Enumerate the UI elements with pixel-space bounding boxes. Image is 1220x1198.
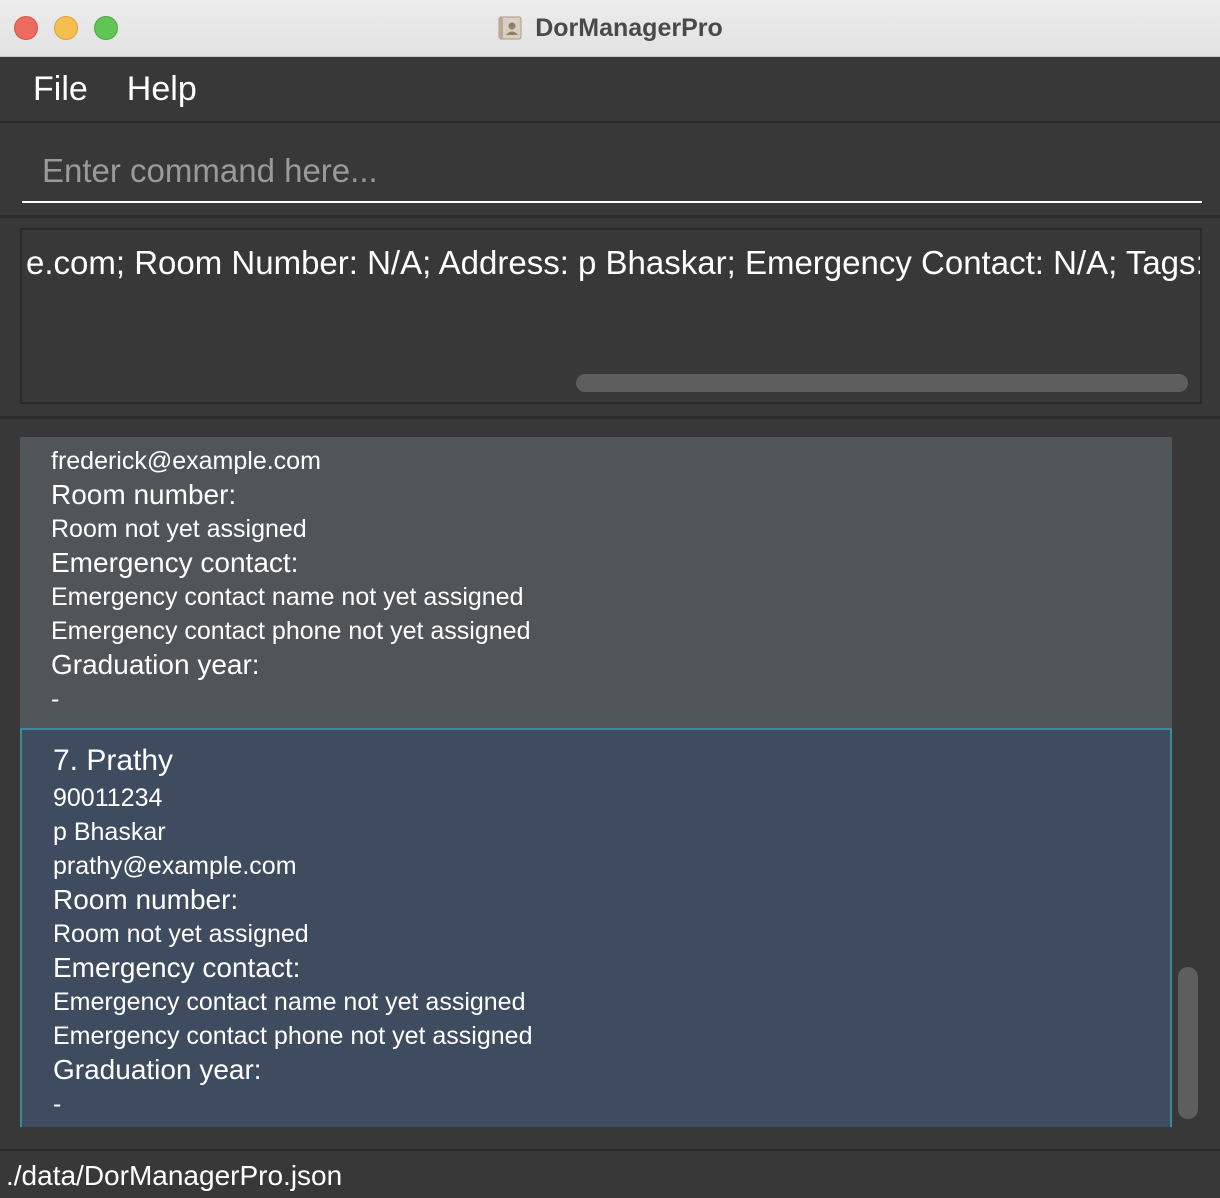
title-group: DorManagerPro [0,0,1220,56]
graduation-year-value: - [53,1090,62,1118]
result-display-panel: e.com; Room Number: N/A; Address: p Bhas… [0,218,1220,419]
window-title: DorManagerPro [535,13,723,42]
command-input[interactable] [22,141,1202,203]
room-number-label: Room number: [51,479,237,510]
room-number-label: Room number: [53,884,239,915]
person-card[interactable]: frederick@example.com Room number: Room … [20,437,1172,729]
person-email: frederick@example.com [51,447,321,475]
graduation-year-label: Graduation year: [51,649,260,680]
room-number-value: Room not yet assigned [51,515,307,543]
menu-bar: File Help [0,57,1220,123]
command-box [0,123,1220,218]
person-list-panel: frederick@example.com Room number: Room … [0,419,1220,1149]
graduation-year-value: - [51,685,60,713]
emergency-contact-label: Emergency contact: [53,952,301,983]
emergency-contact-phone: Emergency contact phone not yet assigned [51,617,531,645]
person-phone: 90011234 [53,784,163,812]
graduation-year-label: Graduation year: [53,1054,262,1085]
emergency-contact-name: Emergency contact name not yet assigned [53,988,526,1016]
person-name: 7. Prathy [53,744,174,777]
result-horizontal-scrollbar[interactable] [576,374,1188,392]
status-bar: ./data/DorManagerPro.json [0,1149,1220,1198]
save-file-path: ./data/DorManagerPro.json [6,1160,343,1191]
emergency-contact-name: Emergency contact name not yet assigned [51,583,524,611]
person-address: p Bhaskar [53,818,166,846]
room-number-value: Room not yet assigned [53,920,309,948]
menu-help[interactable]: Help [127,70,197,109]
result-text: e.com; Room Number: N/A; Address: p Bhas… [26,244,1202,281]
menu-file[interactable]: File [33,70,88,109]
person-list[interactable]: frederick@example.com Room number: Room … [20,437,1172,1127]
emergency-contact-phone: Emergency contact phone not yet assigned [53,1022,533,1050]
address-book-icon [497,15,523,41]
person-email: prathy@example.com [53,852,297,880]
person-list-vertical-scrollbar[interactable] [1178,967,1198,1119]
app-window: DorManagerPro File Help e.com; Room Numb… [0,0,1220,1198]
title-bar: DorManagerPro [0,0,1220,57]
emergency-contact-label: Emergency contact: [51,547,299,578]
person-card-selected[interactable]: 7. Prathy 90011234 p Bhaskar prathy@exam… [20,728,1172,1127]
result-display[interactable]: e.com; Room Number: N/A; Address: p Bhas… [20,228,1202,404]
